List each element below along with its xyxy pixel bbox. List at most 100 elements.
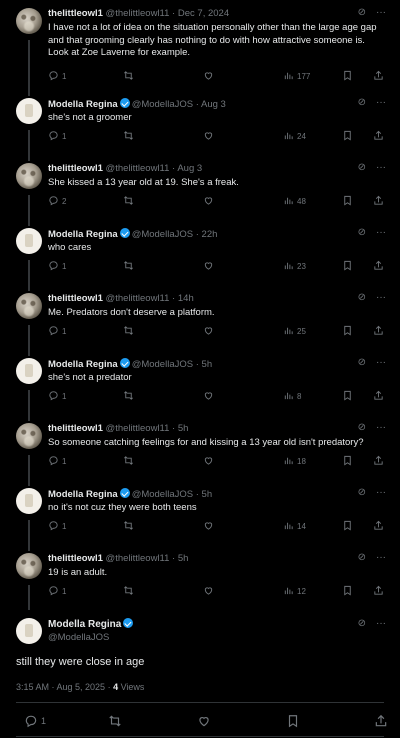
views-button[interactable]: 25 [283, 325, 306, 338]
like-button[interactable] [203, 130, 214, 143]
reply-button[interactable]: 1 [48, 520, 66, 533]
more-icon[interactable]: ··· [376, 487, 386, 498]
tweet-time[interactable]: Aug 3 [201, 99, 226, 110]
reply-button[interactable]: 1 [24, 714, 46, 728]
bookmark-button[interactable] [342, 390, 353, 403]
bookmark-button[interactable] [342, 70, 353, 83]
like-button[interactable] [203, 520, 214, 533]
tweet-time[interactable]: 5h [178, 553, 189, 564]
like-button[interactable] [203, 325, 214, 338]
avatar[interactable] [16, 163, 42, 189]
repost-button[interactable] [123, 325, 134, 338]
author-handle[interactable]: @thelittleowl11 [106, 553, 170, 564]
author-name[interactable]: thelittleowl1 [48, 8, 103, 19]
grok-icon[interactable]: ⊘ [358, 618, 366, 629]
author-handle[interactable]: @thelittleowl11 [106, 423, 170, 434]
share-button[interactable] [373, 260, 384, 273]
share-button[interactable] [373, 70, 384, 83]
repost-button[interactable] [123, 585, 134, 598]
author-name[interactable]: thelittleowl1 [48, 553, 103, 564]
avatar[interactable] [16, 293, 42, 319]
bookmark-button[interactable] [342, 130, 353, 143]
tweet-time[interactable]: 14h [178, 293, 194, 304]
author-handle[interactable]: @ModellaJOS [132, 359, 193, 370]
author-handle[interactable]: @ModellaJOS [132, 99, 193, 110]
reply-button[interactable]: 1 [48, 585, 66, 598]
author-name[interactable]: Modella Regina [48, 489, 118, 500]
share-button[interactable] [373, 390, 384, 403]
author-name[interactable]: Modella Regina [48, 229, 118, 240]
views-button[interactable]: 24 [283, 130, 306, 143]
share-button[interactable] [374, 714, 388, 728]
grok-icon[interactable]: ⊘ [358, 422, 366, 433]
more-icon[interactable]: ··· [376, 162, 386, 173]
repost-button[interactable] [123, 260, 134, 273]
reply-button[interactable]: 1 [48, 260, 66, 273]
more-icon[interactable]: ··· [376, 292, 386, 303]
views-button[interactable]: 12 [283, 585, 306, 598]
author-name[interactable]: Modella Regina [48, 618, 135, 630]
avatar[interactable] [16, 488, 42, 514]
reply-button[interactable]: 2 [48, 195, 66, 208]
author-handle[interactable]: @ModellaJOS [132, 229, 193, 240]
author-name[interactable]: thelittleowl1 [48, 163, 103, 174]
author-handle[interactable]: @ModellaJOS [48, 632, 109, 643]
reply-button[interactable]: 1 [48, 130, 66, 143]
reply-button[interactable]: 1 [48, 70, 66, 83]
avatar[interactable] [16, 618, 42, 644]
more-icon[interactable]: ··· [376, 7, 386, 18]
like-button[interactable] [203, 455, 214, 468]
author-handle[interactable]: @ModellaJOS [132, 489, 193, 500]
bookmark-button[interactable] [342, 325, 353, 338]
bookmark-button[interactable] [286, 714, 300, 728]
like-button[interactable] [203, 260, 214, 273]
views-button[interactable]: 177 [283, 70, 310, 83]
author-name[interactable]: Modella Regina [48, 99, 118, 110]
bookmark-button[interactable] [342, 520, 353, 533]
tweet-time[interactable]: 5h [178, 423, 189, 434]
avatar[interactable] [16, 228, 42, 254]
author-handle[interactable]: @thelittleowl11 [106, 8, 170, 19]
like-button[interactable] [203, 195, 214, 208]
avatar[interactable] [16, 423, 42, 449]
like-button[interactable] [203, 70, 214, 83]
grok-icon[interactable]: ⊘ [358, 97, 366, 108]
share-button[interactable] [373, 585, 384, 598]
author-handle[interactable]: @thelittleowl11 [106, 163, 170, 174]
repost-button[interactable] [123, 455, 134, 468]
grok-icon[interactable]: ⊘ [358, 227, 366, 238]
bookmark-button[interactable] [342, 455, 353, 468]
share-button[interactable] [373, 455, 384, 468]
tweet-time[interactable]: Dec 7, 2024 [178, 8, 229, 19]
tweet-time[interactable]: 22h [202, 229, 218, 240]
more-icon[interactable]: ··· [376, 357, 386, 368]
share-button[interactable] [373, 520, 384, 533]
repost-button[interactable] [123, 520, 134, 533]
more-icon[interactable]: ··· [376, 227, 386, 238]
views-button[interactable]: 48 [283, 195, 306, 208]
views-button[interactable]: 18 [283, 455, 306, 468]
more-icon[interactable]: ··· [376, 422, 386, 433]
tweet-time[interactable]: 5h [202, 489, 213, 500]
like-button[interactable] [203, 585, 214, 598]
bookmark-button[interactable] [342, 195, 353, 208]
reply-button[interactable]: 1 [48, 455, 66, 468]
bookmark-button[interactable] [342, 585, 353, 598]
views-button[interactable]: 14 [283, 520, 306, 533]
author-handle[interactable]: @thelittleowl11 [106, 293, 170, 304]
more-icon[interactable]: ··· [376, 552, 386, 563]
views-button[interactable]: 8 [283, 390, 301, 403]
repost-button[interactable] [123, 390, 134, 403]
reply-button[interactable]: 1 [48, 390, 66, 403]
author-name[interactable]: thelittleowl1 [48, 293, 103, 304]
like-button[interactable] [197, 714, 211, 728]
grok-icon[interactable]: ⊘ [358, 357, 366, 368]
repost-button[interactable] [108, 714, 122, 728]
avatar[interactable] [16, 98, 42, 124]
like-button[interactable] [203, 390, 214, 403]
author-name[interactable]: Modella Regina [48, 359, 118, 370]
author-name[interactable]: thelittleowl1 [48, 423, 103, 434]
repost-button[interactable] [123, 70, 134, 83]
tweet-time[interactable]: 5h [202, 359, 213, 370]
grok-icon[interactable]: ⊘ [358, 292, 366, 303]
